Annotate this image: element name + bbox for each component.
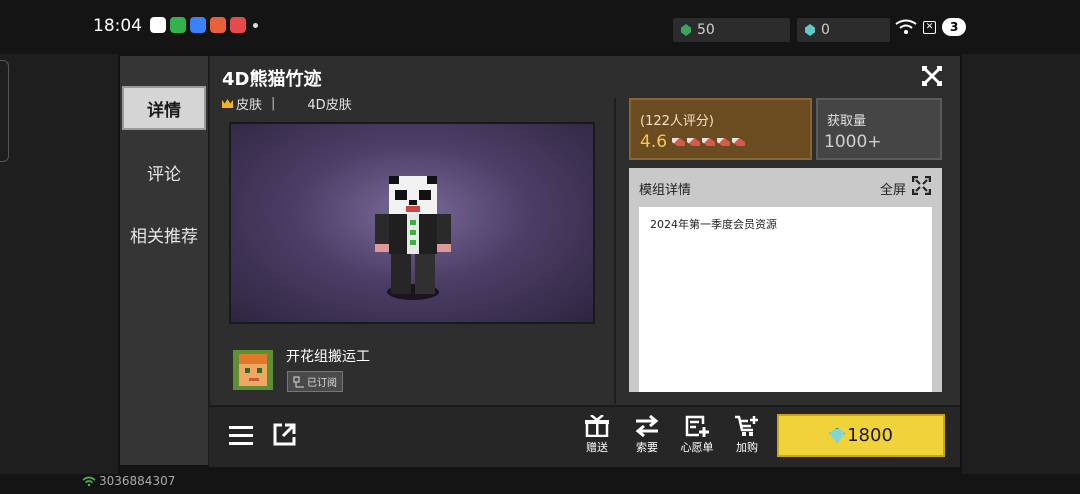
tab-recommendations[interactable]: 相关推荐	[122, 212, 206, 256]
category-label: 皮肤	[236, 98, 263, 113]
network-status: ✕ 3	[895, 18, 967, 36]
video-icon	[230, 17, 246, 33]
bottom-action-bar: 赠送 索要 心愿单 加购 1800	[209, 405, 960, 467]
left-handle[interactable]	[0, 60, 9, 162]
skin-preview[interactable]	[229, 122, 595, 324]
fullscreen-icon[interactable]	[912, 176, 931, 195]
app-icon	[170, 17, 186, 33]
avatar-icon	[233, 350, 273, 390]
mod-details-header: 模组详情	[639, 183, 692, 198]
share-icon[interactable]	[273, 423, 296, 446]
item-tags: 皮肤 | 4D皮肤	[222, 94, 352, 113]
item-detail-dialog: 详情 评论 相关推荐 4D熊猫竹迹 皮肤 | 4D皮肤 开花组搬运工 已订阅 (…	[119, 55, 961, 467]
battery-badge: 3	[942, 18, 967, 36]
add-to-cart-label: 加购	[736, 441, 758, 454]
author-avatar[interactable]	[233, 350, 273, 390]
emerald-balance[interactable]: 50	[673, 18, 790, 42]
price-label: 1800	[847, 425, 893, 446]
crown-icon	[222, 99, 233, 108]
mod-details-panel: 模组详情 全屏 2024年第一季度会员资源	[629, 168, 942, 392]
rating-stars	[672, 136, 745, 146]
vertical-divider	[614, 98, 616, 404]
sidebar: 详情 评论 相关推荐	[120, 56, 210, 465]
emerald-icon	[681, 24, 691, 36]
qq-icon	[150, 17, 166, 33]
emerald-value: 50	[697, 22, 715, 38]
tab-comments[interactable]: 评论	[122, 150, 206, 194]
swap-icon	[635, 415, 659, 437]
buy-button[interactable]: 1800	[777, 414, 945, 457]
star-icon	[702, 138, 715, 146]
close-icon[interactable]	[921, 65, 943, 87]
subscribed-label: 已订阅	[307, 378, 337, 389]
wishlist-icon	[685, 415, 709, 437]
wishlist-button[interactable]: 心愿单	[677, 415, 717, 455]
gift-icon	[585, 415, 609, 437]
mod-description: 2024年第一季度会员资源	[639, 207, 932, 392]
panda-skin-model	[375, 176, 451, 294]
rating-count: (122人评分)	[640, 114, 714, 129]
notification-icons	[150, 17, 258, 33]
request-label: 索要	[636, 441, 658, 454]
add-to-cart-button[interactable]: 加购	[727, 415, 767, 455]
user-id-value: 3036884307	[99, 474, 176, 488]
downloads-value: 1000+	[824, 132, 882, 152]
downloads-label: 获取量	[827, 114, 867, 129]
diamond-value: 0	[821, 22, 830, 38]
wifi-icon	[895, 19, 917, 34]
type-label: 4D皮肤	[307, 98, 352, 113]
more-dot-icon	[253, 22, 258, 28]
subscribe-icon	[293, 376, 304, 387]
downloads-card: 获取量 1000+	[816, 98, 942, 160]
wifi-signal-icon	[82, 476, 96, 486]
diamond-icon	[829, 427, 846, 444]
star-icon	[672, 138, 685, 146]
star-icon	[687, 138, 700, 146]
diamond-icon	[805, 24, 815, 36]
star-icon	[717, 138, 730, 146]
browser-icon	[190, 17, 206, 33]
cart-icon	[735, 415, 758, 436]
divider: |	[271, 96, 276, 111]
diamond-balance[interactable]: 0	[797, 18, 890, 42]
request-button[interactable]: 索要	[627, 415, 667, 455]
gift-label: 赠送	[586, 441, 608, 454]
subscribed-badge[interactable]: 已订阅	[287, 371, 343, 392]
gift-button[interactable]: 赠送	[577, 415, 617, 455]
app-icon	[210, 17, 226, 33]
menu-icon[interactable]	[229, 425, 253, 445]
tab-details[interactable]: 详情	[122, 86, 206, 130]
sim-icon: ✕	[923, 20, 936, 34]
rating-score: 4.6	[640, 132, 668, 152]
author-name[interactable]: 开花组搬运工	[286, 346, 370, 366]
background-panel	[962, 54, 1080, 474]
background-panel	[0, 54, 118, 474]
fullscreen-label[interactable]: 全屏	[880, 179, 906, 198]
star-icon	[732, 138, 745, 146]
rating-card[interactable]: (122人评分) 4.6	[629, 98, 812, 160]
user-id: 3036884307	[82, 474, 175, 488]
item-title: 4D熊猫竹迹	[222, 69, 322, 90]
status-bar: 18:04 50 0 ✕ 3	[0, 0, 1080, 54]
clock: 18:04	[93, 16, 142, 36]
wishlist-label: 心愿单	[680, 441, 714, 454]
